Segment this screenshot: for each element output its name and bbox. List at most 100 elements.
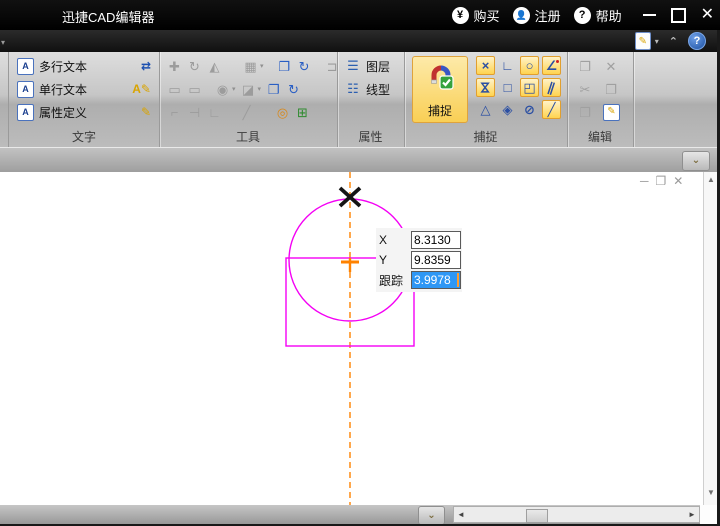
ribbon: A 多行文本 ⇄ A 单行文本 A✎ A 属性定义 ✎ 文字 ✚ ↻ ◭ ▦ [0, 52, 720, 148]
chamfer-icon[interactable]: ∟ [207, 106, 222, 119]
expand-bottom-panel-button[interactable]: ⌄ [418, 506, 445, 525]
close-button[interactable]: ✕ [701, 6, 714, 24]
paste-special-icon[interactable]: ❐ [603, 83, 619, 96]
close-icon: ✕ [701, 6, 714, 23]
edit-attr-icon[interactable]: ✎ [141, 105, 151, 119]
explode-icon[interactable]: ◎ [275, 106, 290, 119]
x-label: X [379, 233, 411, 247]
paste-icon[interactable]: ❐ [577, 60, 593, 73]
buy-label: 购买 [474, 6, 500, 25]
mirror-icon[interactable]: ◭ [207, 60, 222, 73]
snap-midpoint[interactable]: ⋈ [476, 78, 495, 97]
register-button[interactable]: 👤 注册 [513, 6, 561, 25]
single-text-icon: A [17, 81, 34, 98]
snap-toggle-button[interactable]: 捕捉 [412, 56, 468, 123]
array-icon[interactable]: ▦ [243, 60, 258, 73]
expand-panel-button[interactable]: ⌄ [682, 151, 710, 171]
maximize-button[interactable] [671, 8, 686, 23]
attr-define-button[interactable]: A 属性定义 ✎ [9, 103, 159, 121]
section-label-text: 文字 [9, 128, 159, 145]
refresh-block-icon[interactable]: ↻ [286, 83, 301, 96]
y-input[interactable]: 9.8359 [411, 251, 461, 269]
app-title: 迅捷CAD编辑器 [62, 7, 154, 26]
array-dropdown-icon[interactable]: ▾ [260, 62, 264, 70]
snap-extension[interactable]: ╱ [542, 100, 561, 119]
section-text: A 多行文本 ⇄ A 单行文本 A✎ A 属性定义 ✎ 文字 [8, 52, 160, 147]
break-icon[interactable]: ⌐ [167, 106, 182, 119]
minimize-button[interactable] [643, 14, 656, 16]
copy-nested-icon[interactable]: ❐ [266, 83, 281, 96]
layers-icon: ☰ [345, 58, 361, 74]
linetype-icon: ☷ [345, 81, 361, 97]
snap-tangent[interactable]: ⊘ [520, 100, 539, 119]
section-label-tools: 工具 [159, 128, 337, 145]
text-style-icon[interactable]: A✎ [132, 82, 151, 96]
section-snap: 捕捉 × ∟ ○ ∠ ⋈ □ ◰ ∥ △ ◈ ⊘ ╱ 捕捉 [404, 52, 568, 147]
layers-button[interactable]: ☰ 图层 [337, 57, 404, 75]
buy-button[interactable]: ¥ 购买 [452, 6, 500, 25]
text-align-icon[interactable]: ⇄ [141, 59, 151, 73]
scroll-down-icon[interactable]: ▼ [704, 488, 718, 497]
dynamic-input-panel: X 8.3130 Y 9.8359 跟踪 3.9978 [376, 228, 462, 292]
scroll-right-icon[interactable]: ► [685, 510, 699, 519]
snap-insertion[interactable]: ◰ [520, 78, 539, 97]
snap-endpoint[interactable]: ∟ [498, 56, 517, 75]
drawing-canvas[interactable]: ─ ❐ ✕ X 8.3130 Y 9.8359 跟踪 3.9978 [0, 172, 703, 505]
chevron-down-icon: ⌄ [427, 511, 435, 521]
doc-minimize-icon[interactable]: ─ [640, 175, 649, 187]
block-icon[interactable]: ▭ [167, 83, 182, 96]
copy-object-icon[interactable]: ❐ [277, 60, 292, 73]
snap-intersection[interactable]: × [476, 56, 495, 75]
help-button[interactable]: ? 帮助 [574, 6, 622, 25]
snap-parallel[interactable]: ∥ [542, 78, 561, 97]
block2-icon[interactable]: ▭ [187, 83, 202, 96]
edit-document-icon[interactable]: ✎ [635, 32, 651, 50]
x-input[interactable]: 8.3130 [411, 231, 461, 249]
update-block-icon[interactable]: ↻ [297, 60, 312, 73]
add-to-layer-icon[interactable]: ⊞ [295, 106, 310, 119]
section-label-edit: 编辑 [567, 128, 633, 145]
snap-button-label: 捕捉 [428, 102, 452, 119]
snap-quadrant[interactable]: △ [476, 100, 495, 119]
linetype-button[interactable]: ☷ 线型 [337, 80, 404, 98]
vertical-scrollbar[interactable]: ▲ ▼ [703, 172, 717, 505]
single-text-button[interactable]: A 单行文本 A✎ [9, 80, 159, 98]
track-label: 跟踪 [379, 272, 411, 289]
drawing-layer [0, 172, 703, 505]
section-tools: ✚ ↻ ◭ ▦ ▾ ❐ ↻ ⊐ ▭ ▭ ◉ ▾ ◪ ▾ ❐ ↻ ⌐ ⊣ [159, 52, 338, 147]
quickbar-dropdown-icon[interactable]: ▾ [1, 38, 5, 47]
question-icon: ? [574, 7, 591, 24]
delete-icon[interactable]: ✕ [603, 60, 619, 73]
erase-icon[interactable]: ◪ [241, 83, 256, 96]
erase-dropdown-icon[interactable]: ▾ [258, 85, 262, 93]
doc-restore-icon[interactable]: ❐ [656, 175, 667, 187]
rotate-icon[interactable]: ↻ [187, 60, 202, 73]
mtext-button[interactable]: A 多行文本 ⇄ [9, 57, 159, 75]
fillet-icon[interactable]: ╱ [239, 106, 254, 119]
attr-define-icon: A [17, 104, 34, 121]
match-props-dropdown-icon[interactable]: ▾ [232, 85, 236, 93]
user-icon: 👤 [513, 7, 530, 24]
move-icon[interactable]: ✚ [167, 60, 182, 73]
format-brush-icon[interactable]: ✎ [603, 104, 620, 121]
section-edit: ❐ ✕ ✂ ❐ ❐ ✎ 编辑 [567, 52, 634, 147]
snap-center[interactable]: ○ [520, 56, 539, 75]
scroll-left-icon[interactable]: ◄ [454, 510, 468, 519]
track-input[interactable]: 3.9978 [411, 271, 461, 289]
cut-icon[interactable]: ✂ [577, 83, 593, 96]
snap-nearest[interactable]: ◈ [498, 100, 517, 119]
doc-close-icon[interactable]: ✕ [673, 175, 683, 187]
app-window: 迅捷CAD编辑器 ¥ 购买 👤 注册 ? 帮助 ✕ ▾ ✎ [0, 0, 720, 526]
collapse-ribbon-icon[interactable]: ⌃ [669, 35, 678, 48]
toolbar-strip: ⌄ [0, 147, 720, 173]
newdoc-dropdown-icon[interactable]: ▾ [655, 37, 659, 46]
scroll-up-icon[interactable]: ▲ [704, 175, 718, 184]
horizontal-scroll-thumb[interactable] [526, 509, 548, 523]
join-icon[interactable]: ⊣ [187, 106, 202, 119]
snap-angle[interactable]: ∠ [542, 56, 561, 75]
snap-node[interactable]: □ [498, 78, 517, 97]
match-props-icon[interactable]: ◉ [215, 83, 230, 96]
ribbon-help-icon[interactable]: ? [688, 32, 706, 50]
horizontal-scrollbar[interactable]: ◄ ► [453, 506, 700, 523]
copy-icon[interactable]: ❐ [577, 106, 593, 119]
